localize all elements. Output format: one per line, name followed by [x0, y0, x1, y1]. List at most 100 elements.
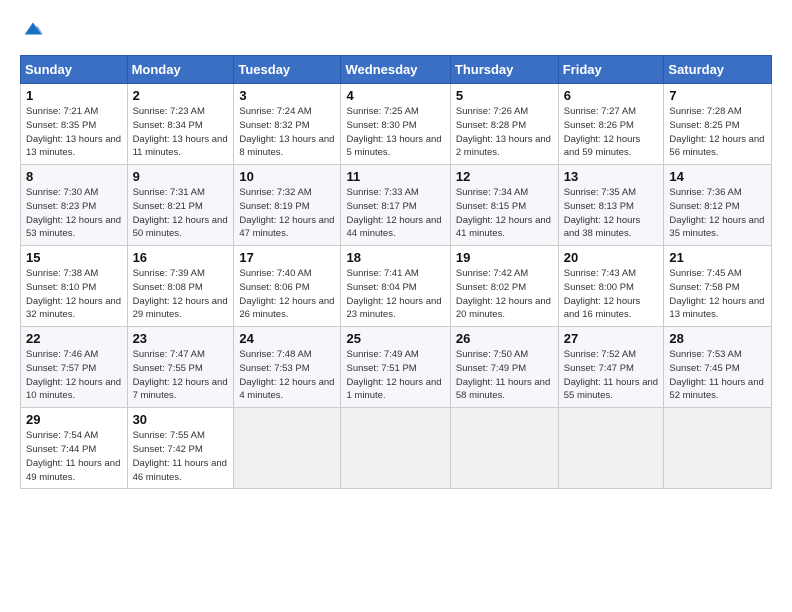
day-info: Sunrise: 7:41 AMSunset: 8:04 PMDaylight:… — [346, 267, 444, 322]
day-info: Sunrise: 7:38 AMSunset: 8:10 PMDaylight:… — [26, 267, 122, 322]
day-cell: 20 Sunrise: 7:43 AMSunset: 8:00 PMDayligh… — [558, 246, 664, 327]
day-number: 8 — [26, 169, 122, 184]
day-number: 11 — [346, 169, 444, 184]
week-row-2: 8 Sunrise: 7:30 AMSunset: 8:23 PMDaylight… — [21, 165, 772, 246]
week-row-1: 1Sunrise: 7:21 AMSunset: 8:35 PMDaylight… — [21, 84, 772, 165]
day-info: Sunrise: 7:43 AMSunset: 8:00 PMDaylight:… — [564, 267, 659, 322]
col-tuesday: Tuesday — [234, 56, 341, 84]
day-number: 15 — [26, 250, 122, 265]
day-number: 20 — [564, 250, 659, 265]
day-cell: 23 Sunrise: 7:47 AMSunset: 7:55 PMDayligh… — [127, 327, 234, 408]
day-number: 16 — [133, 250, 229, 265]
day-info: Sunrise: 7:45 AMSunset: 7:58 PMDaylight:… — [669, 267, 766, 322]
calendar-body: 1Sunrise: 7:21 AMSunset: 8:35 PMDaylight… — [21, 84, 772, 489]
day-info: Sunrise: 7:26 AMSunset: 8:28 PMDaylight:… — [456, 105, 553, 160]
week-row-4: 22 Sunrise: 7:46 AMSunset: 7:57 PMDayligh… — [21, 327, 772, 408]
day-number: 23 — [133, 331, 229, 346]
day-info: Sunrise: 7:40 AMSunset: 8:06 PMDaylight:… — [239, 267, 335, 322]
day-info: Sunrise: 7:32 AMSunset: 8:19 PMDaylight:… — [239, 186, 335, 241]
day-cell: 16 Sunrise: 7:39 AMSunset: 8:08 PMDayligh… — [127, 246, 234, 327]
day-number: 29 — [26, 412, 122, 427]
day-number: 12 — [456, 169, 553, 184]
day-cell: 30 Sunrise: 7:55 AMSunset: 7:42 PMDayligh… — [127, 408, 234, 489]
day-number: 19 — [456, 250, 553, 265]
day-info: Sunrise: 7:47 AMSunset: 7:55 PMDaylight:… — [133, 348, 229, 403]
calendar-table: Sunday Monday Tuesday Wednesday Thursday… — [20, 55, 772, 489]
day-info: Sunrise: 7:54 AMSunset: 7:44 PMDaylight:… — [26, 429, 122, 484]
day-number: 25 — [346, 331, 444, 346]
day-info: Sunrise: 7:49 AMSunset: 7:51 PMDaylight:… — [346, 348, 444, 403]
day-number: 27 — [564, 331, 659, 346]
logo — [20, 18, 44, 45]
day-number: 22 — [26, 331, 122, 346]
col-monday: Monday — [127, 56, 234, 84]
day-cell: 1Sunrise: 7:21 AMSunset: 8:35 PMDaylight… — [21, 84, 128, 165]
day-info: Sunrise: 7:39 AMSunset: 8:08 PMDaylight:… — [133, 267, 229, 322]
day-cell: 19 Sunrise: 7:42 AMSunset: 8:02 PMDayligh… — [450, 246, 558, 327]
col-saturday: Saturday — [664, 56, 772, 84]
day-cell: 26 Sunrise: 7:50 AMSunset: 7:49 PMDayligh… — [450, 327, 558, 408]
day-cell — [450, 408, 558, 489]
day-number: 4 — [346, 88, 444, 103]
day-number: 10 — [239, 169, 335, 184]
day-cell: 25 Sunrise: 7:49 AMSunset: 7:51 PMDayligh… — [341, 327, 450, 408]
calendar-header: Sunday Monday Tuesday Wednesday Thursday… — [21, 56, 772, 84]
day-cell: 6 Sunrise: 7:27 AMSunset: 8:26 PMDaylight… — [558, 84, 664, 165]
day-info: Sunrise: 7:50 AMSunset: 7:49 PMDaylight:… — [456, 348, 553, 403]
day-cell: 15 Sunrise: 7:38 AMSunset: 8:10 PMDayligh… — [21, 246, 128, 327]
day-number: 2 — [133, 88, 229, 103]
day-info: Sunrise: 7:35 AMSunset: 8:13 PMDaylight:… — [564, 186, 659, 241]
day-cell: 3 Sunrise: 7:24 AMSunset: 8:32 PMDaylight… — [234, 84, 341, 165]
day-info: Sunrise: 7:52 AMSunset: 7:47 PMDaylight:… — [564, 348, 659, 403]
day-number: 24 — [239, 331, 335, 346]
day-cell: 12 Sunrise: 7:34 AMSunset: 8:15 PMDayligh… — [450, 165, 558, 246]
logo-icon — [22, 18, 44, 40]
day-cell: 4 Sunrise: 7:25 AMSunset: 8:30 PMDaylight… — [341, 84, 450, 165]
day-cell: 18 Sunrise: 7:41 AMSunset: 8:04 PMDayligh… — [341, 246, 450, 327]
day-info: Sunrise: 7:24 AMSunset: 8:32 PMDaylight:… — [239, 105, 335, 160]
day-cell — [341, 408, 450, 489]
day-number: 30 — [133, 412, 229, 427]
header-row: Sunday Monday Tuesday Wednesday Thursday… — [21, 56, 772, 84]
day-info: Sunrise: 7:30 AMSunset: 8:23 PMDaylight:… — [26, 186, 122, 241]
day-info: Sunrise: 7:48 AMSunset: 7:53 PMDaylight:… — [239, 348, 335, 403]
col-sunday: Sunday — [21, 56, 128, 84]
day-cell — [558, 408, 664, 489]
day-cell: 27 Sunrise: 7:52 AMSunset: 7:47 PMDayligh… — [558, 327, 664, 408]
day-info: Sunrise: 7:31 AMSunset: 8:21 PMDaylight:… — [133, 186, 229, 241]
day-number: 3 — [239, 88, 335, 103]
day-number: 14 — [669, 169, 766, 184]
day-number: 26 — [456, 331, 553, 346]
day-cell: 11Sunrise: 7:33 AMSunset: 8:17 PMDayligh… — [341, 165, 450, 246]
day-cell: 8 Sunrise: 7:30 AMSunset: 8:23 PMDaylight… — [21, 165, 128, 246]
day-cell: 22 Sunrise: 7:46 AMSunset: 7:57 PMDayligh… — [21, 327, 128, 408]
day-number: 7 — [669, 88, 766, 103]
day-info: Sunrise: 7:27 AMSunset: 8:26 PMDaylight:… — [564, 105, 659, 160]
day-info: Sunrise: 7:42 AMSunset: 8:02 PMDaylight:… — [456, 267, 553, 322]
day-cell: 21 Sunrise: 7:45 AMSunset: 7:58 PMDayligh… — [664, 246, 772, 327]
day-info: Sunrise: 7:23 AMSunset: 8:34 PMDaylight:… — [133, 105, 229, 160]
day-number: 1 — [26, 88, 122, 103]
day-number: 5 — [456, 88, 553, 103]
day-number: 18 — [346, 250, 444, 265]
day-cell — [234, 408, 341, 489]
day-number: 28 — [669, 331, 766, 346]
day-number: 21 — [669, 250, 766, 265]
header — [20, 18, 772, 45]
col-friday: Friday — [558, 56, 664, 84]
day-number: 9 — [133, 169, 229, 184]
day-cell: 29 Sunrise: 7:54 AMSunset: 7:44 PMDayligh… — [21, 408, 128, 489]
day-cell — [664, 408, 772, 489]
day-info: Sunrise: 7:34 AMSunset: 8:15 PMDaylight:… — [456, 186, 553, 241]
day-info: Sunrise: 7:55 AMSunset: 7:42 PMDaylight:… — [133, 429, 229, 484]
day-cell: 17 Sunrise: 7:40 AMSunset: 8:06 PMDayligh… — [234, 246, 341, 327]
day-cell: 28Sunrise: 7:53 AMSunset: 7:45 PMDayligh… — [664, 327, 772, 408]
day-cell: 13Sunrise: 7:35 AMSunset: 8:13 PMDayligh… — [558, 165, 664, 246]
day-info: Sunrise: 7:46 AMSunset: 7:57 PMDaylight:… — [26, 348, 122, 403]
col-wednesday: Wednesday — [341, 56, 450, 84]
week-row-5: 29 Sunrise: 7:54 AMSunset: 7:44 PMDayligh… — [21, 408, 772, 489]
day-info: Sunrise: 7:25 AMSunset: 8:30 PMDaylight:… — [346, 105, 444, 160]
day-number: 17 — [239, 250, 335, 265]
page: Sunday Monday Tuesday Wednesday Thursday… — [0, 0, 792, 612]
day-number: 6 — [564, 88, 659, 103]
